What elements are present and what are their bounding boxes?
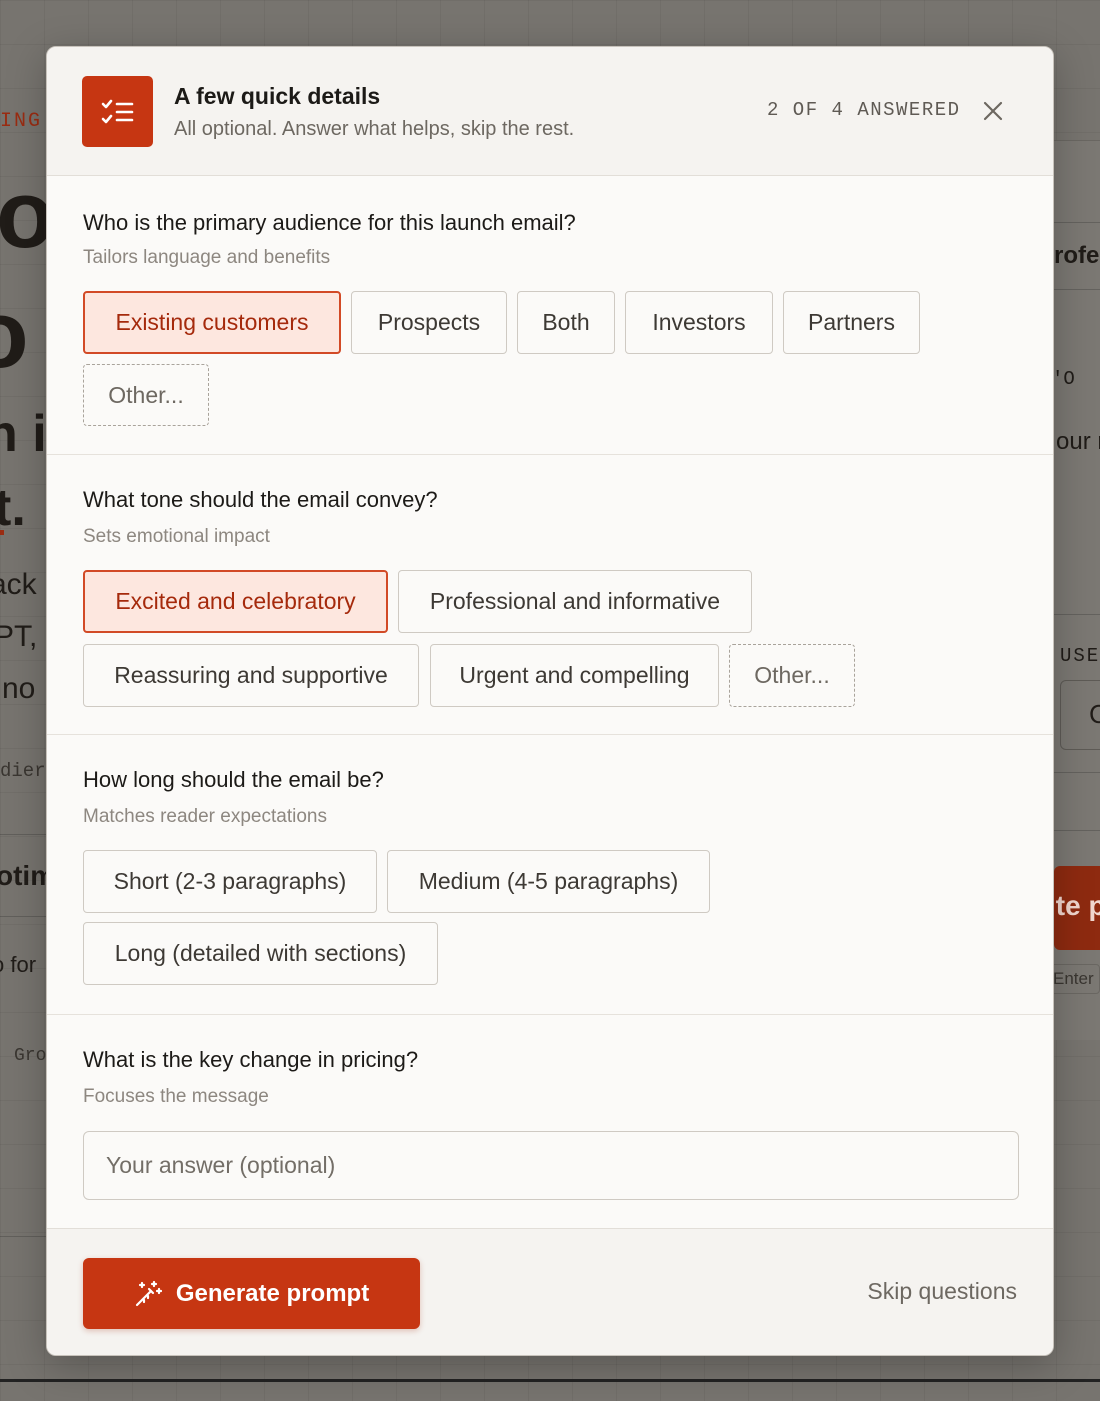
question-hint: Tailors language and benefits: [83, 247, 331, 268]
answered-progress: 2 OF 4 ANSWERED: [767, 99, 961, 121]
bg-fragment: t.: [0, 479, 26, 537]
option-other[interactable]: Other...: [729, 644, 855, 707]
bg-fragment: Enter: [1054, 969, 1094, 988]
generate-prompt-label: Generate prompt: [175, 1279, 370, 1307]
option-existing-customers[interactable]: Existing customers: [83, 291, 341, 354]
bg-fragment: Gro: [14, 1046, 46, 1066]
bg-bottom-rule: [0, 1379, 1100, 1382]
bg-fragment: o: [0, 280, 29, 390]
bg-fragment: USE: [1060, 645, 1100, 667]
question-title: What is the key change in pricing?: [83, 1047, 419, 1072]
magic-wand-icon: [135, 1280, 162, 1306]
option-reassuring-supportive[interactable]: Reassuring and supportive: [83, 644, 419, 707]
question-audience: Who is the primary audience for this lau…: [47, 177, 1053, 455]
bg-divider: [0, 1236, 46, 1237]
pricing-answer-input[interactable]: [83, 1131, 1019, 1200]
bg-divider: [0, 834, 46, 835]
bg-fragment: C: [1089, 699, 1100, 729]
question-tone: What tone should the email convey? Sets …: [47, 455, 1053, 735]
bg-divider: [0, 916, 46, 917]
option-prospects[interactable]: Prospects: [351, 291, 507, 354]
dialog-footer: Generate prompt Skip questions: [47, 1228, 1053, 1355]
bg-fragment: ack: [0, 568, 37, 601]
question-hint: Sets emotional impact: [83, 526, 270, 547]
bg-fragment: 'O: [1054, 368, 1075, 390]
option-partners[interactable]: Partners: [783, 291, 920, 354]
checklist-icon: [82, 76, 153, 147]
question-length: How long should the email be? Matches re…: [47, 735, 1053, 1015]
quick-details-dialog: A few quick details All optional. Answer…: [46, 46, 1054, 1356]
question-title: Who is the primary audience for this lau…: [83, 210, 576, 235]
bg-divider: [1054, 830, 1100, 831]
bg-divider: [1054, 222, 1100, 223]
question-title: How long should the email be?: [83, 767, 384, 792]
bg-input-box: C: [1060, 680, 1100, 750]
option-investors[interactable]: Investors: [625, 291, 773, 354]
dialog-title: A few quick details: [174, 83, 381, 109]
background-left-fragment: ING ot o n ir t. ack PT, C no dier otim …: [0, 0, 46, 1401]
bg-fragment: dier: [0, 760, 46, 782]
close-button[interactable]: [977, 95, 1009, 127]
bg-fragment: o for: [0, 952, 37, 977]
bg-divider: [1054, 289, 1100, 290]
option-medium[interactable]: Medium (4-5 paragraphs): [387, 850, 710, 913]
dialog-subtitle: All optional. Answer what helps, skip th…: [174, 118, 575, 140]
dialog-header: A few quick details All optional. Answer…: [47, 47, 1053, 176]
bg-red-button: ite p: [1054, 866, 1100, 950]
option-both[interactable]: Both: [517, 291, 615, 354]
bg-fragment: rofe: [1054, 242, 1100, 269]
bg-accent-mark: [0, 530, 4, 535]
skip-questions-link[interactable]: Skip questions: [867, 1278, 1017, 1305]
option-urgent-compelling[interactable]: Urgent and compelling: [430, 644, 719, 707]
bg-fragment: PT, C: [0, 620, 46, 653]
question-title: What tone should the email convey?: [83, 487, 438, 512]
bg-divider: [1054, 614, 1100, 615]
option-short[interactable]: Short (2-3 paragraphs): [83, 850, 377, 913]
bg-fragment: n ir: [0, 405, 46, 463]
bg-fragment: ot: [0, 161, 46, 268]
bg-fragment: our r: [1056, 428, 1100, 455]
bg-divider: [1054, 772, 1100, 773]
bg-fragment: ite p: [1054, 890, 1100, 921]
close-icon: [983, 101, 1003, 121]
option-other[interactable]: Other...: [83, 364, 209, 426]
option-long[interactable]: Long (detailed with sections): [83, 922, 438, 985]
bg-kbd: Enter: [1054, 964, 1100, 994]
background-right-fragment: rofe 'O our r USE C ite p Enter: [1054, 0, 1100, 1401]
generate-prompt-button[interactable]: Generate prompt: [83, 1258, 420, 1329]
question-hint: Focuses the message: [83, 1086, 269, 1107]
question-pricing-change: What is the key change in pricing? Focus…: [47, 1015, 1053, 1228]
bg-fragment: ING: [0, 110, 43, 133]
bg-fragment: otim: [0, 860, 46, 891]
bg-fragment: no: [2, 672, 36, 705]
question-hint: Matches reader expectations: [83, 806, 327, 827]
option-professional-informative[interactable]: Professional and informative: [398, 570, 752, 633]
option-excited-celebratory[interactable]: Excited and celebratory: [83, 570, 388, 633]
